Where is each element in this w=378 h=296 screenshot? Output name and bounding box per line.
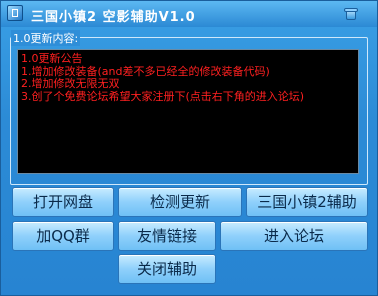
close-helper-button[interactable]: 关闭辅助 xyxy=(118,254,216,284)
log-line: 1.0更新公告 xyxy=(21,52,83,65)
main-window: 三国小镇2 空影辅助V1.0 1.0更新内容: 1.0更新公告 1.增加修改装备… xyxy=(0,0,378,296)
enter-forum-button[interactable]: 进入论坛 xyxy=(220,221,368,251)
log-line: 2.增加修改无限无双 xyxy=(21,77,120,90)
open-disk-button[interactable]: 打开网盘 xyxy=(12,187,114,217)
app-icon xyxy=(7,5,23,21)
sanguo-helper-button[interactable]: 三国小镇2辅助 xyxy=(246,187,368,217)
check-update-button[interactable]: 检测更新 xyxy=(118,187,242,217)
friend-links-button[interactable]: 友情链接 xyxy=(118,221,216,251)
window-title: 三国小镇2 空影辅助V1.0 xyxy=(31,10,196,25)
join-qq-group-button[interactable]: 加QQ群 xyxy=(12,221,114,251)
update-log-textarea[interactable]: 1.0更新公告 1.增加修改装备(and差不多已经全的修改装备代码) 2.增加修… xyxy=(17,49,359,174)
update-group-label: 1.0更新内容: xyxy=(11,30,81,46)
skin-shirt-icon[interactable] xyxy=(341,3,361,23)
title-bar[interactable]: 三国小镇2 空影辅助V1.0 xyxy=(1,1,377,27)
log-line: 3.创了个免费论坛希望大家注册下(点击右下角的进入论坛) xyxy=(21,89,305,103)
